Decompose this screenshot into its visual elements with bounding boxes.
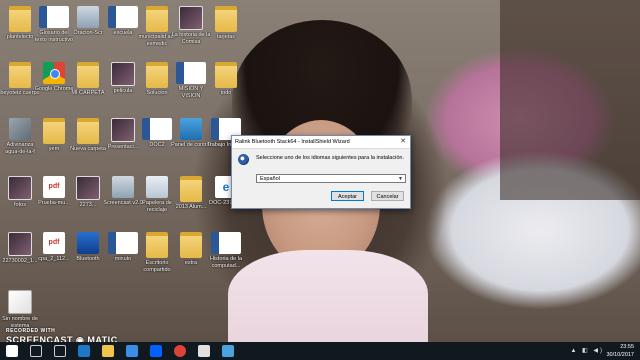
accept-button[interactable]: Aceptar — [331, 191, 364, 201]
clock-time: 23:55 — [620, 344, 634, 350]
desktop-icon[interactable]: tarjetas — [206, 6, 246, 41]
chrome-icon — [43, 62, 65, 84]
bt-icon — [77, 232, 99, 254]
chevron-down-icon: ▼ — [398, 176, 403, 182]
desktop-icon-label: MISION Y VISION — [178, 86, 204, 99]
misc-icon — [9, 118, 31, 140]
language-select[interactable]: Español ▼ — [256, 174, 406, 183]
clock[interactable]: 23:55 30/10/2017 — [606, 343, 634, 359]
photo-icon — [76, 176, 100, 200]
taskbar-app-icon[interactable] — [222, 345, 234, 357]
folder-icon — [146, 6, 168, 32]
taskbar-store-icon[interactable] — [126, 345, 138, 357]
setup-icon — [77, 6, 99, 28]
dialog-body: Seleccione uno de los idiomas siguientes… — [232, 149, 410, 207]
folder-icon — [77, 118, 99, 144]
photo-icon — [111, 62, 135, 86]
folder-icon — [215, 62, 237, 88]
pdf-icon: pdf — [43, 232, 65, 254]
taskbar-task-view-icon[interactable] — [54, 345, 66, 357]
photo-icon — [8, 232, 32, 256]
taskbar-search-icon[interactable] — [30, 345, 42, 357]
desktop-icon[interactable]: Nueva carpeta — [68, 118, 108, 153]
trash-icon — [146, 176, 168, 198]
paint-icon — [8, 290, 32, 314]
folder-icon — [215, 6, 237, 32]
wallpaper-shirt — [228, 250, 428, 342]
word-icon — [211, 232, 241, 254]
desktop-icon-label: Nueva carpeta — [70, 146, 106, 152]
desktop-icon[interactable]: Historia de la computad... — [206, 232, 246, 269]
folder-icon — [180, 176, 202, 202]
desktop-icon-label: Historia de la computad... — [209, 256, 243, 269]
folder-icon — [43, 118, 65, 144]
desktop-icon[interactable]: Panel de control — [171, 118, 211, 149]
photo-icon — [111, 118, 135, 142]
desktop-icon-label: estra — [184, 260, 198, 266]
desktop-icon-label: Bluetooth — [76, 256, 100, 262]
folder-icon — [146, 62, 168, 88]
cpl-icon — [180, 118, 202, 140]
desktop-icon[interactable]: Sin nombre de sistema — [0, 290, 40, 329]
desktop-icon-label: La historia de la Comisa — [171, 32, 211, 45]
word-icon — [176, 62, 206, 84]
taskbar-chrome-icon[interactable] — [174, 345, 186, 357]
desktop-icon-label: MI CARPETA — [71, 90, 105, 96]
word-icon — [108, 232, 138, 254]
dialog-title: Ralink Bluetooth Stack64 - InstallShield… — [232, 136, 410, 149]
clock-date: 30/10/2017 — [606, 352, 634, 358]
desktop-icon-label: 2273... — [79, 202, 97, 208]
desktop-icon[interactable]: Bluetooth — [68, 232, 108, 263]
word-icon — [142, 118, 172, 140]
pdf-icon: pdf — [43, 176, 65, 198]
folder-icon — [77, 62, 99, 88]
desktop-icon[interactable]: MI CARPETA — [68, 62, 108, 97]
dialog-message: Seleccione uno de los idiomas siguientes… — [256, 155, 404, 161]
system-tray-icons[interactable]: ▲ ◧ ◀) — [570, 347, 604, 354]
word-icon — [108, 6, 138, 28]
taskbar-edge-icon[interactable] — [78, 345, 90, 357]
photo-icon — [8, 176, 32, 200]
word-icon — [39, 6, 69, 28]
desktop-icon[interactable]: 2273... — [68, 176, 108, 209]
installer-logo-icon — [238, 154, 249, 165]
wallpaper-background — [500, 0, 640, 200]
taskbar-start-icon[interactable] — [6, 345, 18, 357]
folder-icon — [146, 232, 168, 258]
desktop-icon[interactable]: 2013 Alum... — [171, 176, 211, 211]
taskbar-dropbox-icon[interactable] — [150, 345, 162, 357]
desktop-icon[interactable]: MISION Y VISION — [171, 62, 211, 99]
taskbar-explorer-icon[interactable] — [102, 345, 114, 357]
setup-icon — [112, 176, 134, 198]
desktop-icon-label: 2013 Alum... — [175, 204, 207, 210]
desktop-icon-label: Panel de control — [171, 142, 211, 148]
desktop-icon-label: todo — [220, 90, 232, 96]
language-select-value: Español — [260, 176, 280, 182]
desktop-icon[interactable]: todo — [206, 62, 246, 97]
close-icon[interactable]: ✕ — [398, 136, 408, 148]
installshield-dialog: Ralink Bluetooth Stack64 - InstallShield… — [231, 135, 411, 209]
watermark-line1: RECORDED WITH — [6, 328, 56, 334]
folder-icon — [9, 6, 31, 32]
cancel-button[interactable]: Cancelar — [371, 191, 404, 201]
desktop-icon[interactable]: Oracion-Scr — [68, 6, 108, 37]
desktop-icon-label: tarjetas — [216, 34, 236, 40]
folder-icon — [180, 232, 202, 258]
taskbar: ▲ ◧ ◀) 23:55 30/10/2017 — [0, 342, 640, 360]
folder-icon — [9, 62, 31, 88]
taskbar-media-icon[interactable] — [198, 345, 210, 357]
desktop-icon-label: Oracion-Scr — [73, 30, 103, 36]
photo-icon — [179, 6, 203, 30]
desktop-icon[interactable]: estra — [171, 232, 211, 267]
desktop-icon[interactable]: La historia de la Comisa — [171, 6, 211, 45]
